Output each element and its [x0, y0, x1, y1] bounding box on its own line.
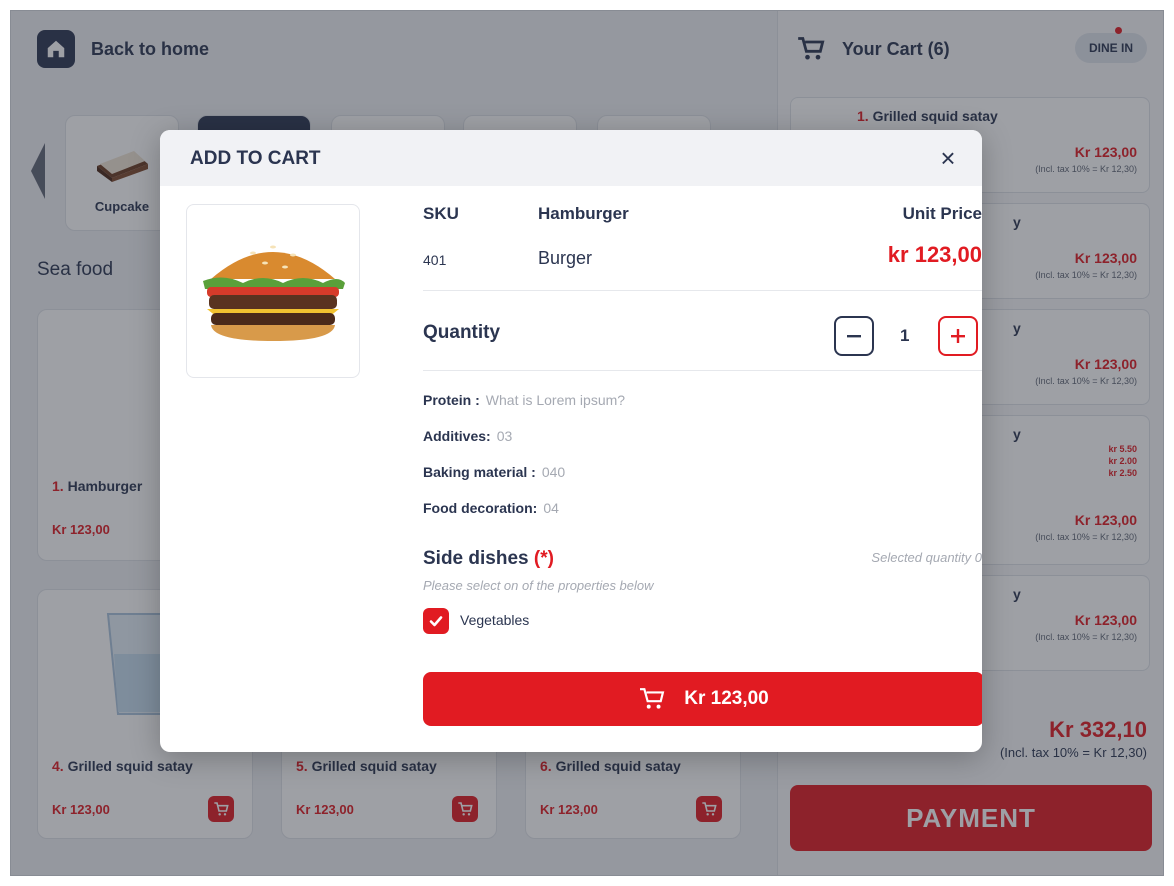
divider	[423, 370, 982, 371]
product-name-value: Burger	[538, 248, 593, 268]
divider	[423, 290, 982, 291]
plus-icon	[951, 329, 965, 343]
modal-header: ADD TO CART ×	[160, 130, 982, 186]
cart-icon	[640, 688, 665, 709]
selected-quantity: Selected quantity 0	[871, 550, 982, 565]
attribute-additives: Additives: 03	[423, 428, 513, 444]
add-to-cart-modal: ADD TO CART × SKU Hamburger Unit Price 4…	[160, 130, 982, 752]
side-dishes-hint: Please select on of the properties below	[423, 578, 654, 593]
vegetables-option-label[interactable]: Vegetables	[460, 612, 529, 628]
side-dishes-title: Side dishes (*)	[423, 548, 554, 569]
attribute-protein: Protein : What is Lorem ipsum?	[423, 392, 626, 408]
sku-label: SKU	[423, 204, 459, 223]
unit-price-value: kr 123,00	[887, 242, 982, 267]
product-name-label: Hamburger	[538, 204, 629, 223]
sku-value: 401	[423, 252, 447, 268]
increase-quantity-button[interactable]	[938, 316, 978, 356]
attribute-baking-material: Baking material :040	[423, 464, 566, 480]
hamburger-image	[203, 245, 345, 341]
product-image	[186, 204, 360, 378]
quantity-value: 1	[900, 326, 910, 345]
decrease-quantity-button[interactable]	[834, 316, 874, 356]
quantity-label: Quantity	[423, 322, 501, 343]
minus-icon	[847, 335, 861, 338]
close-icon[interactable]: ×	[934, 144, 962, 172]
vegetables-checkbox[interactable]	[423, 608, 449, 634]
attribute-food-decoration: Food decoration: 04	[423, 500, 559, 516]
check-icon	[429, 616, 443, 627]
add-to-cart-price: Kr 123,00	[684, 688, 769, 709]
unit-price-label: Unit Price	[902, 204, 982, 223]
modal-title: ADD TO CART	[190, 148, 321, 169]
add-to-cart-button[interactable]: Kr 123,00	[423, 672, 982, 726]
